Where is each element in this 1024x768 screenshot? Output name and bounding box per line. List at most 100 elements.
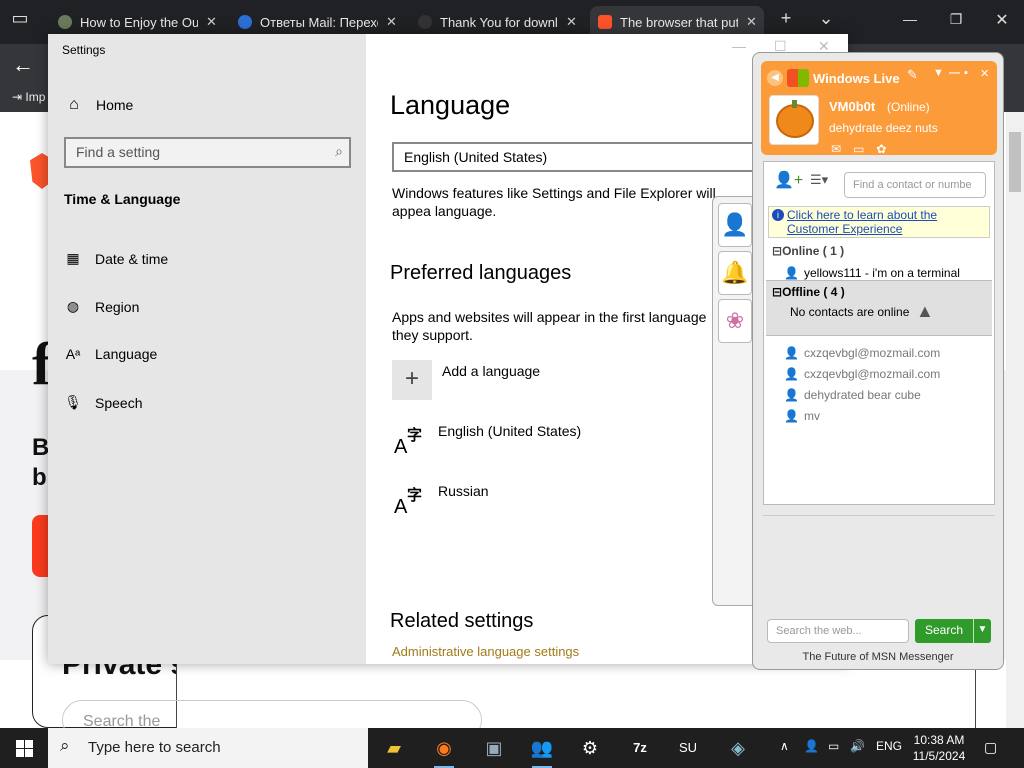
language-icon: Aᵃ [65,346,81,362]
close-tab-icon[interactable]: ✕ [206,14,217,30]
section-title: Time & Language [64,191,181,207]
add-language-button[interactable]: Add a language [442,363,540,379]
contact-offline[interactable]: 👤 dehydrated bear cube [784,388,921,402]
user-status[interactable]: (Online) [887,100,930,114]
control-panel-icon[interactable]: ▣ [478,732,510,764]
paint-icon[interactable]: ✎ [907,67,918,83]
search-options-dropdown[interactable]: ▼ [973,619,991,643]
nav-date-time[interactable]: ▦ Date & time [64,250,168,267]
search-icon: ⌕ [60,736,70,755]
contact-offline[interactable]: 👤 cxzqevbgl@mozmail.com [784,346,940,360]
bookmark-item[interactable]: ⇥ Imp [12,90,45,104]
contact-offline[interactable]: 👤 mv [784,409,820,423]
file-explorer-icon[interactable]: ▰ [378,732,410,764]
contact-list-panel: 👤+ ☰▾ Find a contact or numbe i Click he… [763,161,995,505]
page-scrollbar[interactable] [1006,112,1024,728]
add-language-icon[interactable]: + [392,360,432,400]
notifications-icon[interactable]: ▢ [984,739,997,756]
language-item-english[interactable]: English (United States) [438,423,581,439]
settings-gear-icon[interactable]: ⚙ [574,732,606,764]
offline-buddy-icon: 👤 [784,346,799,360]
tab-favicon-icon [418,15,432,29]
maximize-button[interactable]: ▪ [964,67,968,79]
close-tab-icon[interactable]: ✕ [386,14,397,30]
admin-language-settings-link[interactable]: Administrative language settings [392,644,579,659]
menu-dropdown-icon[interactable]: ▼ [933,67,944,79]
tab-list-button[interactable]: ⌄ [812,8,840,29]
find-contact-input[interactable]: Find a contact or numbe [844,172,986,198]
nav-label: Region [95,298,140,315]
back-button[interactable]: ← [12,52,34,78]
collapse-icon: ⊟ [772,244,783,258]
messenger-window: ◀ Windows Live ✎ ▼ — ▪ ✕ VM0b0t (Online)… [752,52,1004,670]
pumpkin-avatar-icon [776,104,814,138]
network-icon[interactable]: ▭ [828,739,839,753]
back-icon[interactable]: ◀ [767,70,783,86]
contacts-tab-icon[interactable]: 👤 [718,203,752,247]
mail-icon[interactable]: ✉ [831,142,853,156]
nav-region[interactable]: ◍ Region [64,298,139,315]
messenger-header: ◀ Windows Live ✎ ▼ — ▪ ✕ VM0b0t (Online)… [761,61,997,156]
7zip-icon[interactable]: 7z [624,732,656,764]
clock[interactable]: 10:38 AM 11/5/2024 [900,732,978,764]
alerts-tab-icon[interactable]: 🔔 [718,251,752,295]
tab-favicon-icon [238,15,252,29]
display-language-description: Windows features like Settings and File … [392,185,716,219]
nav-language[interactable]: Aᵃ Language [64,346,158,362]
windows-logo-pane [25,740,33,748]
close-tab-icon[interactable]: ✕ [746,14,757,30]
minimize-button[interactable]: — [896,11,924,27]
taskbar-search-box[interactable]: ⌕ Type here to search [48,728,368,768]
folder-icon[interactable]: ▭ [853,142,876,156]
find-setting-input[interactable]: Find a setting ⌕ [64,137,351,168]
nav-home[interactable]: ⌂ Home [64,96,133,114]
online-group-header[interactable]: ⊟Online ( 1 ) [772,244,844,258]
su-app-icon[interactable]: SU [672,732,704,764]
tab-favicon-icon [58,15,72,29]
start-button[interactable] [0,728,48,768]
maximize-button[interactable]: ❐ [942,11,970,28]
show-hidden-icons[interactable]: ∧ [780,739,789,753]
language-icon: A字 [394,427,423,458]
offline-group-header[interactable]: ⊟Offline ( 4 ) [772,285,845,299]
fun-tab-icon[interactable]: ❀ [718,299,752,343]
windows-logo-pane [25,749,33,757]
windows-logo-icon [16,740,24,748]
close-button[interactable]: ✕ [988,10,1016,30]
display-picture[interactable] [769,95,819,145]
microphone-icon: 🎙 [64,394,82,410]
web-search-button[interactable]: Search [915,619,973,643]
display-language-select[interactable]: English (United States) [392,142,772,172]
spaces-icon[interactable]: ✿ [876,142,898,156]
customer-experience-link[interactable]: i Click here to learn about the Customer… [768,206,990,238]
messenger-brand: ◀ Windows Live [767,69,900,87]
minimize-button[interactable]: — [949,67,960,79]
tab-actions-icon[interactable]: ▭ [6,8,34,29]
input-language[interactable]: ENG [876,739,902,753]
contact-offline[interactable]: 👤 cxzqevbgl@mozmail.com [784,367,940,381]
scrollbar-thumb[interactable] [1009,132,1021,192]
banner-text: Click here to learn about the Customer E… [787,208,938,236]
new-tab-button[interactable]: + [772,8,800,29]
nav-speech[interactable]: 🎙 Speech [64,394,142,411]
web-search-input[interactable]: Search the web... [767,619,909,643]
windows-logo-icon [787,69,809,87]
group-label: Online ( 1 ) [782,244,845,258]
view-options-icon[interactable]: ☰▾ [810,172,828,188]
user-name[interactable]: VM0b0t [829,99,875,114]
contact-online[interactable]: 👤 yellows111 - i'm on a terminal [784,266,960,280]
close-tab-icon[interactable]: ✕ [566,14,577,30]
page-text-fragment: B [32,434,50,461]
firefox-icon[interactable]: ◉ [428,732,460,768]
close-button[interactable]: ✕ [980,67,989,80]
import-icon: ⇥ [12,90,26,104]
volume-icon[interactable]: 🔊 [850,739,865,753]
offline-buddy-icon: 👤 [784,409,799,423]
add-contact-icon[interactable]: 👤+ [774,170,803,190]
messenger-tray-icon[interactable]: 👤 [804,739,819,753]
page-title: Language [390,90,511,120]
personal-message[interactable]: dehydrate deez nuts [829,121,938,135]
language-item-russian[interactable]: Russian [438,483,489,499]
network-app-icon[interactable]: ◈ [722,732,754,764]
messenger-taskbar-icon[interactable]: 👥 [526,732,558,768]
